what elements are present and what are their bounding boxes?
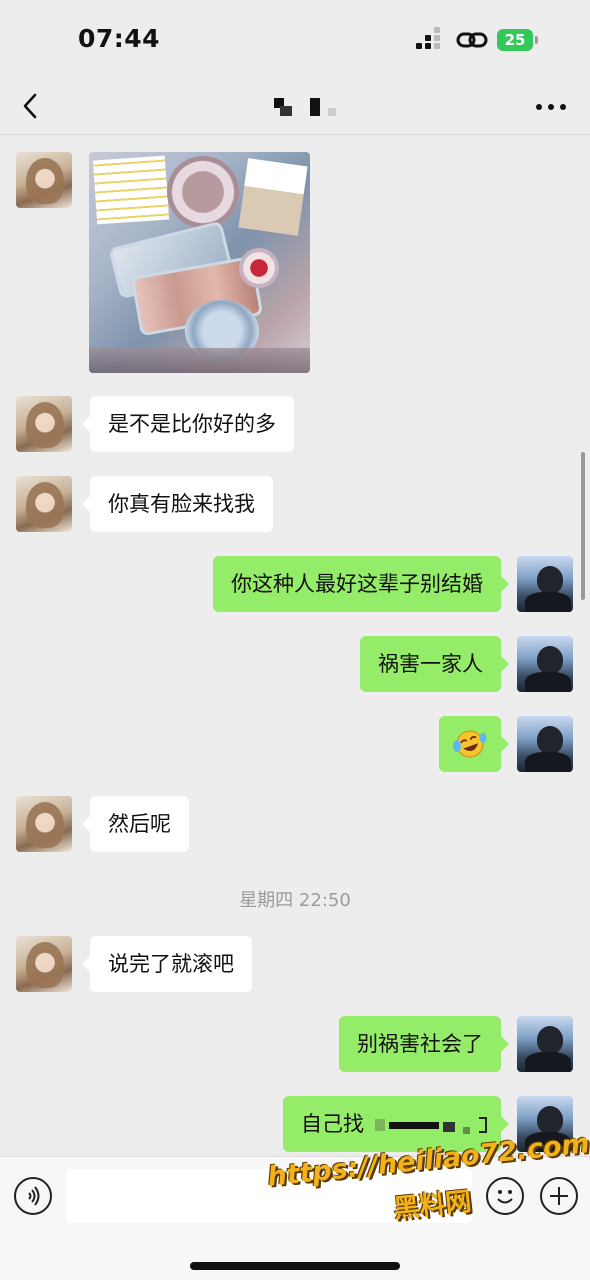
scrollbar[interactable] [581, 452, 585, 600]
photo-card [92, 155, 170, 225]
chat-header [0, 80, 590, 135]
battery-level: 25 [504, 31, 526, 49]
watermark-name: 黑料网 [392, 1186, 473, 1225]
outgoing-message[interactable]: 你这种人最好这辈子别结婚 [213, 556, 509, 612]
battery-indicator: 25 [497, 29, 533, 51]
contact-avatar[interactable] [16, 152, 72, 208]
photo-card [238, 158, 308, 236]
chevron-left-icon [23, 93, 37, 119]
message-timestamp: 星期四 22:50 [239, 890, 351, 911]
outgoing-message[interactable]: 别祸害社会了 [339, 1016, 509, 1072]
back-button[interactable] [10, 84, 54, 128]
incoming-message[interactable]: 然后呢 [82, 796, 189, 852]
outgoing-message[interactable]: 祸害一家人 [360, 636, 509, 692]
voice-icon [28, 1186, 40, 1206]
incoming-message[interactable]: 是不是比你好的多 [82, 396, 294, 452]
contact-name-redacted [270, 96, 340, 120]
status-bar: 07:44 25 [0, 0, 590, 80]
my-avatar[interactable] [517, 636, 573, 692]
home-indicator[interactable] [190, 1262, 400, 1270]
contact-avatar[interactable] [16, 936, 72, 992]
voice-button[interactable] [14, 1177, 52, 1215]
outgoing-emoji-message[interactable] [439, 716, 509, 772]
incoming-message[interactable]: 你真有脸来找我 [82, 476, 273, 532]
photo-box-edge [89, 348, 310, 373]
photo-mirror [167, 156, 239, 228]
signal-icon [416, 27, 448, 50]
more-dot [548, 104, 554, 110]
image-message[interactable] [89, 152, 310, 373]
battery-tip [535, 36, 538, 44]
my-avatar[interactable] [517, 716, 573, 772]
my-avatar[interactable] [517, 1016, 573, 1072]
more-button[interactable] [528, 84, 574, 128]
rolling-laughing-emoji [453, 730, 487, 758]
photo-compact [239, 248, 279, 288]
status-time: 07:44 [78, 24, 161, 53]
more-dot [560, 104, 566, 110]
redaction-pixels [371, 1113, 491, 1137]
chat-screen: 07:44 25 是不是比你好的多 你真有脸来找我 你这种人最好这辈子别结婚 祸… [0, 0, 590, 1280]
contact-avatar[interactable] [16, 476, 72, 532]
more-dots-icon [536, 104, 542, 110]
message-text: 自己找 [301, 1112, 364, 1136]
contact-avatar[interactable] [16, 396, 72, 452]
my-avatar[interactable] [517, 556, 573, 612]
link-icon [456, 28, 488, 52]
incoming-message[interactable]: 说完了就滚吧 [82, 936, 252, 992]
contact-avatar[interactable] [16, 796, 72, 852]
